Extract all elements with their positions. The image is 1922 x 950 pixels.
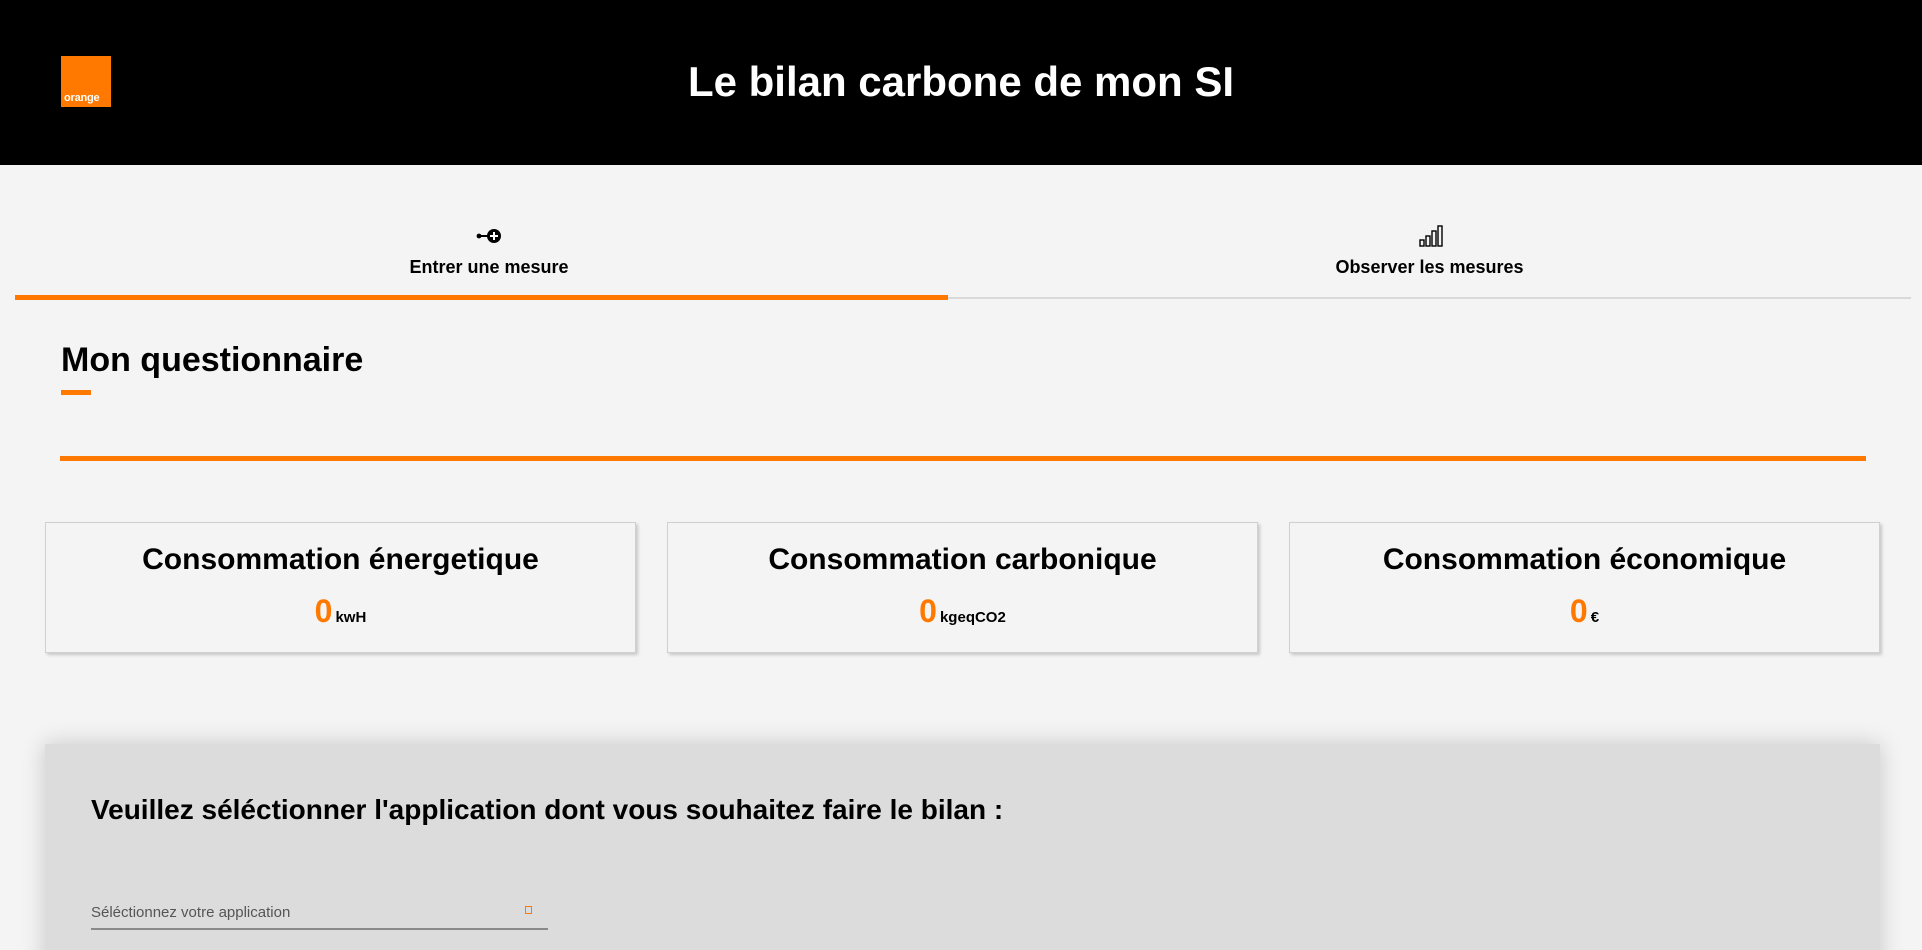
add-measure-icon [476,229,501,243]
progress-line [60,456,1866,461]
tab-entrer-une-mesure[interactable]: Entrer une mesure [15,215,963,299]
bar-chart-icon [1418,225,1443,247]
card-title: Consommation carbonique [768,543,1157,576]
economic-consumption-card: Consommation économique 0 € [1289,522,1880,653]
section-title: Mon questionnaire [61,341,364,379]
card-title: Consommation énergetique [142,543,539,576]
card-value-row: 0 kgeqCO2 [668,593,1257,630]
tab-label: Entrer une mesure [409,257,569,277]
select-placeholder: Séléctionnez votre application [91,904,291,921]
tab-observer-les-mesures[interactable]: Observer les mesures [948,215,1911,299]
card-unit: kgeqCO2 [939,609,1006,626]
card-value-row: 0 € [1290,593,1879,630]
tab-label: Observer les mesures [1335,257,1524,277]
card-unit: kwH [335,609,367,626]
application-selection-panel: Veuillez séléctionner l'application dont… [45,744,1880,950]
app-title: Le bilan carbone de mon SI [687,58,1235,105]
card-value: 0 [314,593,333,629]
tab-bar: Entrer une mesure Observer les mesures [15,215,1911,300]
card-value-row: 0 kwH [46,593,635,630]
card-title: Consommation économique [1382,543,1787,576]
active-tab-indicator [15,295,948,300]
energy-consumption-card: Consommation énergetique 0 kwH [45,522,636,653]
section-title-underline [61,390,91,395]
card-value: 0 [1569,593,1588,629]
dropdown-icon[interactable] [525,906,532,914]
card-unit: € [1590,609,1600,626]
app-header: orange Le bilan carbone de mon SI [0,0,1922,165]
carbon-consumption-card: Consommation carbonique 0 kgeqCO2 [667,522,1258,653]
card-value: 0 [919,593,937,629]
panel-question: Veuillez séléctionner l'application dont… [91,794,1004,825]
application-select[interactable]: Séléctionnez votre application [91,896,548,930]
